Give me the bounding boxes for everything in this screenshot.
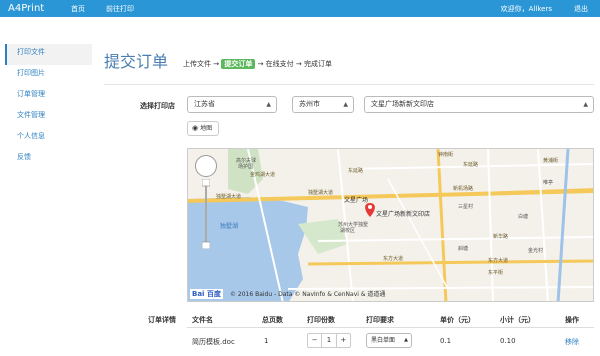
shop-select[interactable]: 文星广场新新文印店 ▲: [364, 96, 594, 113]
shop-label: 选择打印店: [140, 102, 175, 110]
col-requirement: 打印要求: [366, 316, 394, 324]
map-button[interactable]: ◉ 地图: [187, 121, 219, 136]
brand-logo[interactable]: A4Print: [8, 3, 44, 14]
sidebar-item-orders[interactable]: 订单管理: [5, 86, 92, 107]
decrease-copies-button[interactable]: −: [308, 334, 321, 347]
map-label: 斜塘: [458, 246, 469, 252]
logout-link[interactable]: 退出: [574, 4, 588, 14]
map-copyright: © 2016 Baidu - Data © NavInfo & CenNavi …: [230, 291, 386, 298]
map-label: 白塘: [518, 214, 529, 220]
map-button-label: 地图: [200, 125, 213, 132]
globe-icon: ◉: [192, 124, 199, 132]
sidebar-item-profile[interactable]: 个人信息: [5, 128, 92, 149]
map-pan-control[interactable]: [195, 155, 217, 177]
map-canvas: [188, 149, 593, 301]
col-action: 操作: [565, 316, 579, 324]
table-header-divider: [187, 327, 594, 328]
map-label: 新华路: [493, 234, 509, 240]
map-label: 三星村: [458, 204, 474, 210]
requirement-value: 黑白单面: [371, 337, 396, 344]
cell-subtotal: 0.10: [500, 337, 516, 345]
page-title: 提交订单: [104, 52, 169, 71]
col-filename: 文件名: [192, 316, 213, 324]
order-steps: 上传文件 → 提交订单 → 在线支付 → 完成订单: [183, 59, 332, 69]
col-copies: 打印份数: [307, 316, 335, 324]
sidebar-item-files[interactable]: 文件管理: [5, 107, 92, 128]
map-label: 新机场路: [453, 186, 474, 192]
sidebar-item-feedback[interactable]: 反馈: [5, 149, 92, 170]
cell-filename: 简历模板.doc: [192, 338, 235, 346]
sidebar-item-label: 订单管理: [17, 90, 45, 98]
copies-stepper[interactable]: − 1 +: [307, 333, 351, 348]
map-label: 独墅湖大道: [216, 194, 242, 200]
map-label: 独墅湖: [220, 223, 239, 230]
city-value: 苏州市: [299, 100, 320, 108]
map-label: 湖校区: [340, 228, 356, 234]
select-arrow-icon: ▲: [583, 101, 588, 108]
baidu-logo: Bai 百度: [190, 289, 223, 299]
nav-home-link[interactable]: 首页: [71, 4, 85, 14]
map-zoom-slider[interactable]: [202, 179, 210, 249]
province-value: 江苏省: [194, 100, 215, 108]
sidebar-item-print-file[interactable]: 打印文件: [5, 44, 92, 65]
map-label: 东方大道: [383, 256, 404, 262]
sidebar-item-label: 文件管理: [17, 111, 45, 119]
welcome-user[interactable]: 欢迎你，Allkers: [501, 4, 552, 14]
sidebar-item-print-image[interactable]: 打印图片: [5, 65, 92, 86]
province-select[interactable]: 江苏省 ▲: [187, 96, 277, 113]
sidebar-item-label: 个人信息: [17, 132, 45, 140]
sidebar-item-label: 打印文件: [17, 48, 45, 56]
select-arrow-icon: ▲: [343, 101, 348, 108]
sidebar-item-label: 反馈: [17, 153, 31, 161]
header-divider: [104, 84, 594, 85]
col-pages: 总页数: [262, 316, 283, 324]
col-subtotal: 小计（元）: [500, 316, 535, 324]
map-label: 东延路: [463, 162, 479, 168]
nav-print-link[interactable]: 前往打印: [106, 4, 134, 14]
select-arrow-icon: ▲: [404, 337, 408, 343]
map-label: 东方大道: [488, 258, 509, 264]
select-arrow-icon: ▲: [266, 101, 271, 108]
map-label: 金光村: [528, 248, 544, 254]
increase-copies-button[interactable]: +: [337, 334, 350, 347]
map-label: 东平街: [488, 270, 504, 276]
map-label: 文星广场: [344, 197, 369, 204]
map-label: 钟南街: [438, 152, 454, 158]
step-pay-complete: → 在线支付 → 完成订单: [257, 60, 332, 68]
col-unit-price: 单价（元）: [440, 316, 475, 324]
requirement-select[interactable]: 黑白单面 ▲: [366, 333, 412, 348]
city-select[interactable]: 苏州市 ▲: [292, 96, 354, 113]
order-detail-label: 订单详情: [148, 316, 176, 324]
shop-value: 文星广场新新文印店: [371, 100, 434, 108]
sidebar: 打印文件 打印图片 订单管理 文件管理 个人信息 反馈: [5, 44, 92, 170]
map-label-selected-shop: 文星广场新新文印店: [376, 211, 431, 218]
map-label: 唯亭: [543, 180, 554, 186]
remove-file-link[interactable]: 移除: [565, 337, 579, 347]
top-navbar: A4Print 首页 前往打印 欢迎你，Allkers 退出: [0, 0, 600, 17]
map-label: 黄浦街: [543, 158, 559, 164]
copies-value[interactable]: 1: [321, 334, 337, 347]
cell-unit-price: 0.1: [440, 337, 452, 345]
map-label: 东延路: [348, 168, 364, 174]
map-label: 独墅湖大道: [308, 190, 334, 196]
cell-pages: 1: [264, 337, 269, 345]
step-upload: 上传文件 →: [183, 60, 220, 68]
baidu-map[interactable]: 高尔夫球 场护国 金鸡湖大道 东延路 东延路 独墅湖大道 独墅湖大道 新机场路 …: [187, 148, 594, 302]
map-label: 金鸡湖大道: [250, 172, 276, 178]
map-label: 场护国: [238, 164, 254, 170]
step-submit-active: 提交订单: [221, 59, 256, 69]
sidebar-item-label: 打印图片: [17, 69, 45, 77]
